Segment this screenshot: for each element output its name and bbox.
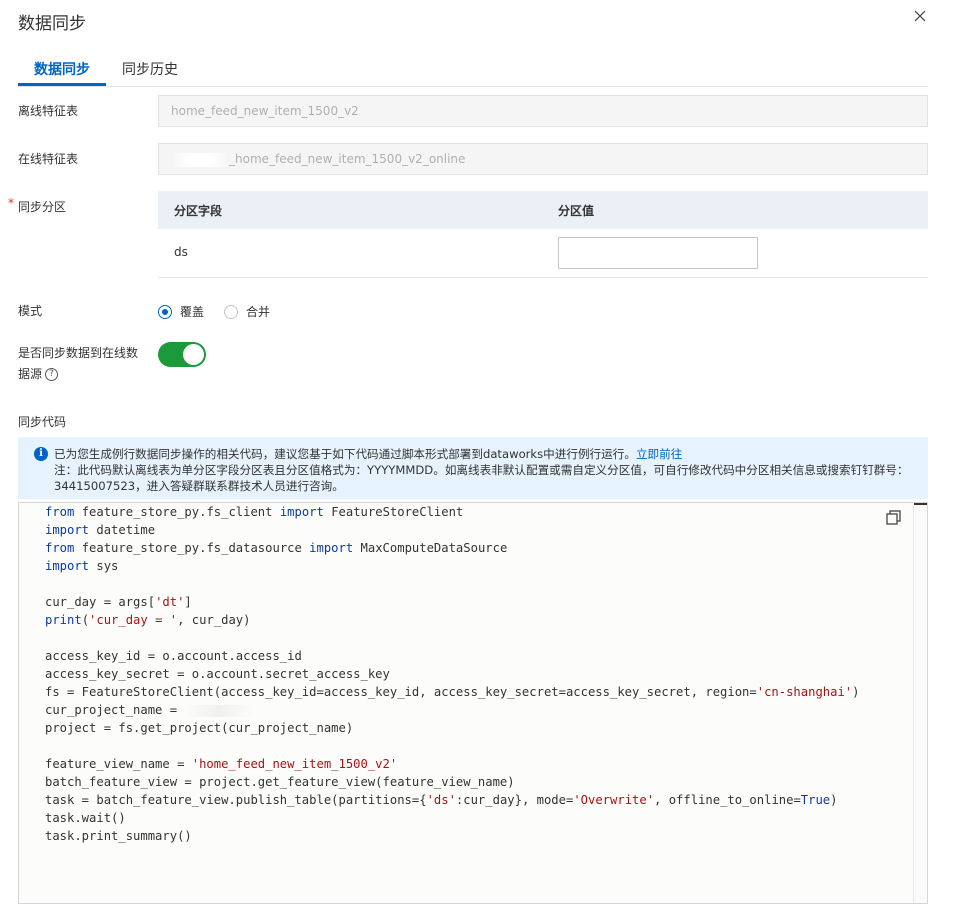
partition-value-header: 分区值 [558,204,595,218]
code-l2: datetime [96,523,156,537]
code-block[interactable]: from feature_store_py.fs_client import F… [45,503,859,845]
partition-field-header: 分区字段 [174,204,223,218]
redacted-project-name [184,704,255,717]
notice-line1-text: 已为您生成例行数据同步操作的相关代码，建议您基于如下代码通过脚本形式部署到dat… [54,447,636,461]
mode-merge-radio[interactable]: 合并 [224,303,270,320]
table-row: ds [158,229,928,278]
mode-overwrite-label: 覆盖 [180,305,205,319]
sync-code-label: 同步代码 [18,415,67,429]
dialog-title: 数据同步 [18,14,86,34]
sync-online-toggle[interactable] [158,342,206,367]
code-scrollbar[interactable] [913,503,927,903]
sync-online-label-line2: 据源? [18,363,59,385]
partition-field-cell: ds [174,245,188,259]
mode-merge-label: 合并 [246,305,271,319]
info-notice: i 已为您生成例行数据同步操作的相关代码，建议您基于如下代码通过脚本形式部署到d… [18,437,928,499]
scrollbar-thumb[interactable] [914,503,927,505]
notice-line2: 注：此代码默认离线表为单分区字段分区表且分区值格式为：YYYYMMDD。如离线表… [54,463,909,493]
toggle-knob [183,344,204,365]
radio-checked-icon[interactable] [158,304,172,319]
partition-value-input[interactable] [558,237,758,269]
mode-overwrite-radio[interactable]: 覆盖 [158,303,204,320]
online-table-field: _home_feed_new_item_1500_v2_online [158,143,928,175]
tab-bar: 数据同步 同步历史 [18,50,928,87]
notice-line1: 已为您生成例行数据同步操作的相关代码，建议您基于如下代码通过脚本形式部署到dat… [54,446,682,462]
sync-online-label-text: 据源 [18,367,43,381]
sync-partition-label: 同步分区 [18,200,67,214]
offline-table-field: home_feed_new_item_1500_v2 [158,95,928,127]
active-tab-indicator [18,83,106,86]
code-editor[interactable]: from feature_store_py.fs_client import F… [18,502,928,904]
code-l6-a: cur_day = args[ [45,595,156,609]
offline-table-label: 离线特征表 [18,104,79,118]
offline-table-value: home_feed_new_item_1500_v2 [171,104,359,118]
copy-icon[interactable] [885,509,903,527]
redacted-prefix [171,152,229,167]
go-now-link[interactable]: 立即前往 [636,447,682,461]
help-icon[interactable]: ? [45,368,59,381]
tab-data-sync[interactable]: 数据同步 [34,59,90,79]
code-l3-b: MaxComputeDataSource [360,541,508,555]
sync-online-label-line1: 是否同步数据到在线数 [18,346,139,360]
partition-table: 分区字段 分区值 ds [158,191,928,278]
close-icon[interactable] [910,6,930,26]
info-icon: i [34,447,48,461]
code-l3-a: feature_store_py.fs_datasource [81,541,302,555]
radio-unchecked-icon[interactable] [224,304,238,319]
online-table-value: _home_feed_new_item_1500_v2_online [229,152,466,166]
online-table-label: 在线特征表 [18,152,79,166]
code-l1-a: feature_store_py.fs_client [81,505,273,519]
code-l1-b: FeatureStoreClient [331,505,464,519]
tab-sync-history[interactable]: 同步历史 [122,59,178,79]
mode-label: 模式 [18,304,43,318]
code-l4: sys [96,559,119,573]
partition-table-header: 分区字段 分区值 [158,191,928,229]
required-mark: * [8,196,14,210]
